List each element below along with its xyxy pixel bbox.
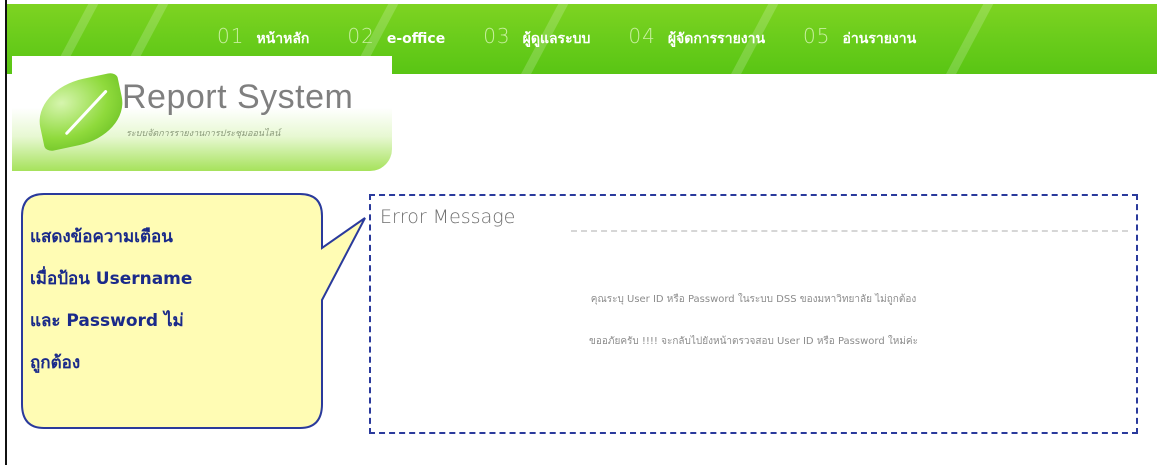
nav-item-read-report[interactable]: 05 อ่านรายงาน <box>803 24 916 50</box>
nav-item-label: e-office <box>386 31 446 47</box>
logo-banner[interactable]: Report System ระบบจัดการรายงานการประชุมอ… <box>12 56 392 171</box>
nav-item-number: 03 <box>483 24 511 48</box>
nav-item-label: ผู้จัดการรายงาน <box>667 31 766 47</box>
nav-item-label: อ่านรายงาน <box>842 31 917 47</box>
nav-item-number: 05 <box>803 24 831 48</box>
error-text-line: คุณระบุ User ID หรือ Password ในระบบ DSS… <box>590 294 917 305</box>
callout-text: แสดงข้อความเตือน เมื่อป้อน Username และ … <box>30 216 300 384</box>
nav-item-number: 02 <box>347 24 375 48</box>
error-title: Error Message <box>380 206 516 228</box>
logo-title: Report System <box>122 78 354 116</box>
nav-item-report-manager[interactable]: 04 ผู้จัดการรายงาน <box>628 24 765 50</box>
callout-line: ถูกต้อง <box>30 353 81 373</box>
callout-line: เมื่อป้อน Username <box>30 269 193 289</box>
callout-line: และ Password ไม่ <box>30 311 184 331</box>
nav-item-number: 01 <box>217 24 245 48</box>
error-text-line: ขออภัยครับ !!!! จะกลับไปยังหน้าตรวจสอบ U… <box>589 336 918 347</box>
error-title-divider <box>571 230 1128 232</box>
nav-item-e-office[interactable]: 02 e-office <box>347 24 445 48</box>
nav-item-number: 04 <box>628 24 656 48</box>
logo-subtitle: ระบบจัดการรายงานการประชุมออนไลน์ <box>126 129 281 139</box>
error-message-panel: Error Message คุณระบุ User ID หรือ Passw… <box>369 194 1138 434</box>
nav-item-label: หน้าหลัก <box>256 31 310 47</box>
callout-line: แสดงข้อความเตือน <box>30 227 173 247</box>
nav-item-admin[interactable]: 03 ผู้ดูแลระบบ <box>483 24 590 50</box>
nav-menu: 01 หน้าหลัก 02 e-office 03 ผู้ดูแลระบบ 0… <box>217 24 954 50</box>
nav-item-home[interactable]: 01 หน้าหลัก <box>217 24 309 50</box>
leaf-logo-icon <box>32 71 130 153</box>
nav-item-label: ผู้ดูแลระบบ <box>522 31 591 47</box>
